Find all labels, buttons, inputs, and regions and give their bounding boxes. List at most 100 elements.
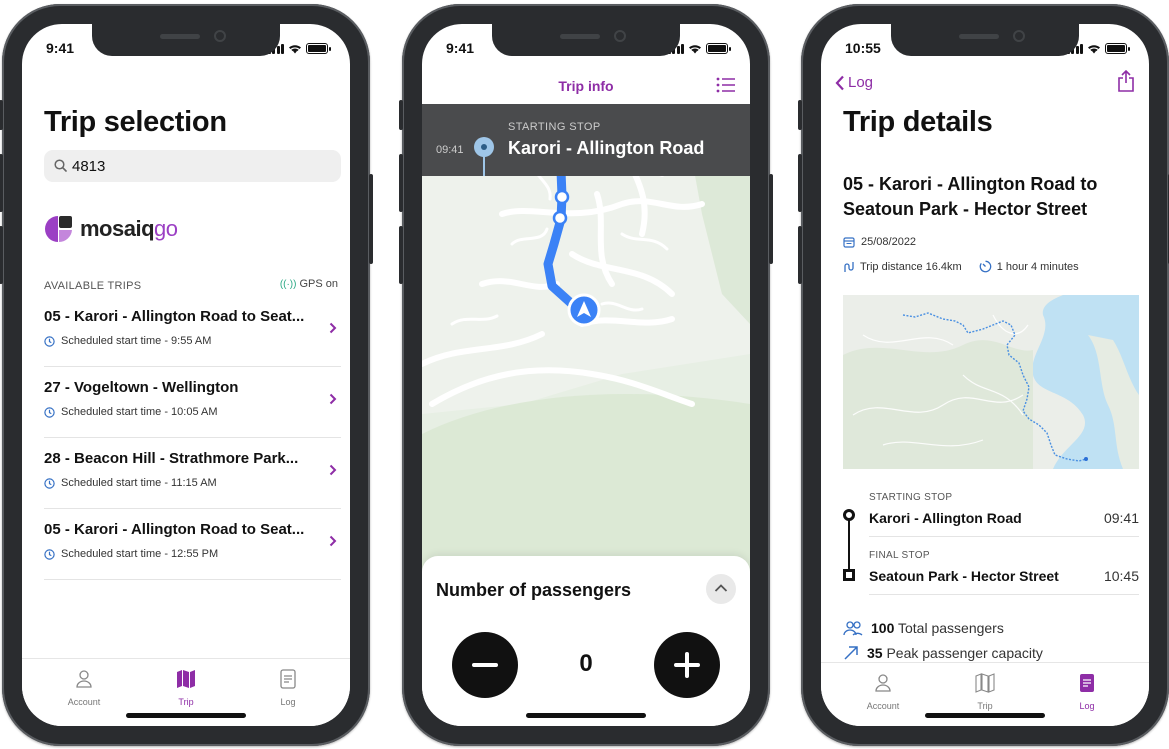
person-icon: [76, 670, 92, 688]
phone-trip-info: 9:41 Trip info 09:41 STARTING STOP Karor…: [399, 4, 773, 746]
trip-list: 05 - Karori - Allington Road to Seat... …: [44, 296, 341, 580]
clock-icon: [44, 406, 55, 418]
route-name: 05 - Karori - Allington Road to Seatoun …: [843, 174, 1098, 219]
trip-name: 05 - Karori - Allington Road to Seat...: [44, 521, 305, 538]
logo-icon: [45, 216, 72, 243]
peak-capacity-label: Peak passenger capacity: [886, 645, 1043, 661]
back-button[interactable]: Log: [835, 74, 873, 91]
screen: 9:41 Trip info 09:41 STARTING STOP Karor…: [422, 24, 750, 726]
people-icon: [843, 621, 863, 636]
trip-schedule: Scheduled start time - 10:05 AM: [61, 406, 218, 418]
document-icon: [280, 669, 296, 689]
total-passengers-value: 100: [871, 620, 895, 636]
brand-logo: mosaiqgo: [44, 214, 178, 244]
status-time: 10:55: [845, 40, 881, 56]
stop-label: STARTING STOP: [508, 121, 601, 133]
tab-account[interactable]: Account: [843, 673, 923, 711]
trip-row[interactable]: 28 - Beacon Hill - Strathmore Park... Sc…: [44, 438, 341, 509]
search-bar[interactable]: [44, 150, 341, 182]
trip-name: 05 - Karori - Allington Road to Seat...: [44, 308, 305, 325]
trip-name: 27 - Vogeltown - Wellington: [44, 379, 239, 396]
trip-name: 28 - Beacon Hill - Strathmore Park...: [44, 450, 299, 467]
logo-wordmark: mosaiq: [80, 216, 155, 241]
tab-account[interactable]: Account: [44, 669, 124, 707]
share-icon[interactable]: [1117, 70, 1135, 92]
trip-row[interactable]: 05 - Karori - Allington Road to Seat... …: [44, 296, 341, 367]
chevron-right-icon: [329, 535, 337, 547]
tab-trip[interactable]: Trip: [146, 669, 226, 707]
tab-label: Trip: [977, 701, 993, 711]
page-title: Trip info: [558, 78, 614, 94]
document-icon: [1080, 674, 1094, 692]
trip-date: 25/08/2022: [861, 236, 917, 248]
list-menu-icon[interactable]: [716, 77, 736, 93]
calendar-icon: [843, 237, 855, 248]
trip-schedule: Scheduled start time - 11:15 AM: [61, 477, 217, 489]
gps-label: GPS on: [299, 278, 338, 290]
tab-label: Account: [67, 697, 101, 707]
tab-log[interactable]: Log: [1047, 673, 1127, 711]
tab-label: Account: [866, 701, 900, 711]
tab-trip[interactable]: Trip: [945, 673, 1025, 711]
logo-wordmark-suffix: go: [154, 216, 178, 241]
tab-log[interactable]: Log: [248, 669, 328, 707]
peak-capacity-stat: 35 Peak passenger capacity: [843, 645, 1043, 661]
stop-name: Karori - Allington Road: [869, 510, 1022, 526]
current-stop-banner: 09:41 STARTING STOP Karori - Allington R…: [422, 104, 750, 176]
screen: 10:55 Log Trip details 05 - Karori - All…: [821, 24, 1149, 726]
chevron-up-icon: [714, 584, 728, 592]
trip-duration: 1 hour 4 minutes: [996, 260, 1079, 273]
stop-time: 09:41: [436, 144, 464, 156]
gps-signal-icon: ((·)): [279, 279, 297, 290]
chevron-right-icon: [329, 322, 337, 334]
clock-icon: [44, 335, 55, 347]
home-indicator: [925, 713, 1045, 718]
stop-time: 10:45: [1103, 568, 1139, 584]
person-icon: [875, 674, 891, 692]
screen: 9:41 Trip selection mosaiqgo AVAILABLE T…: [22, 24, 350, 726]
nav-header: Trip info: [422, 68, 750, 104]
map-icon: [177, 670, 195, 688]
page-title: Trip details: [843, 106, 993, 138]
phone-trip-details: 10:55 Log Trip details 05 - Karori - All…: [798, 4, 1169, 746]
trip-route-map[interactable]: [843, 295, 1139, 469]
wifi-icon: [689, 44, 701, 53]
stop-name: Karori - Allington Road: [508, 138, 705, 158]
home-indicator: [526, 713, 646, 718]
wifi-icon: [289, 44, 301, 53]
wifi-icon: [1088, 44, 1100, 53]
chevron-right-icon: [329, 464, 337, 476]
trip-schedule: Scheduled start time - 12:55 PM: [61, 548, 219, 560]
trip-distance: Trip distance 16.4km: [860, 260, 962, 273]
trip-row[interactable]: 05 - Karori - Allington Road to Seat... …: [44, 509, 341, 580]
battery-icon: [306, 43, 331, 54]
home-indicator: [126, 713, 246, 718]
gps-status: ((·)) GPS on: [280, 278, 338, 290]
battery-icon: [1105, 43, 1130, 54]
tab-label: Log: [280, 697, 296, 707]
increment-passengers-button[interactable]: [654, 632, 720, 698]
start-stop-marker-icon: [843, 509, 855, 521]
final-stop-marker-icon: [843, 569, 855, 581]
stop-label: FINAL STOP: [869, 550, 930, 561]
trend-arrow-icon: [844, 646, 858, 660]
starting-stop-row: STARTING STOP Karori - Allington Road 09…: [843, 490, 1139, 548]
route-map[interactable]: [422, 104, 750, 584]
stops-list: STARTING STOP Karori - Allington Road 09…: [843, 490, 1139, 606]
collapse-button[interactable]: [706, 574, 736, 604]
passenger-panel: Number of passengers 0: [422, 556, 750, 726]
passengers-title: Number of passengers: [436, 580, 632, 600]
chevron-left-icon: [835, 75, 844, 90]
stop-name: Seatoun Park - Hector Street: [869, 568, 1059, 584]
stop-pin-icon: [474, 137, 494, 157]
phone-trip-selection: 9:41 Trip selection mosaiqgo AVAILABLE T…: [0, 4, 373, 746]
status-time: 9:41: [446, 40, 475, 56]
back-label: Log: [848, 74, 874, 91]
trip-schedule: Scheduled start time - 9:55 AM: [61, 335, 212, 347]
timer-icon: [979, 260, 991, 273]
trip-row[interactable]: 27 - Vogeltown - Wellington Scheduled st…: [44, 367, 341, 438]
search-input[interactable]: [72, 150, 322, 182]
stop-label: STARTING STOP: [869, 492, 953, 503]
stop-time: 09:41: [1103, 510, 1139, 526]
page-title: Trip selection: [44, 106, 227, 138]
